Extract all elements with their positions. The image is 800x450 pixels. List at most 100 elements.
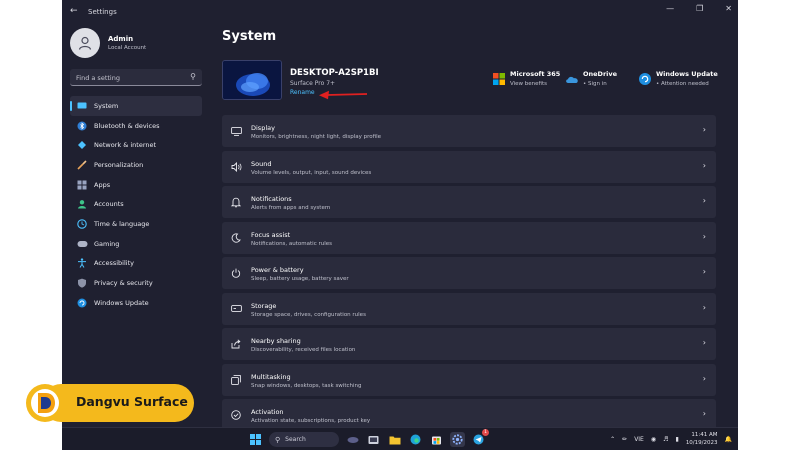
language-indicator[interactable]: VIE xyxy=(634,436,644,443)
chevron-up-icon[interactable]: ⌃ xyxy=(610,436,615,443)
sidebar-item-windows-update[interactable]: Windows Update xyxy=(70,293,202,313)
start-button[interactable] xyxy=(248,432,263,447)
sidebar-item-label: Network & internet xyxy=(94,141,157,150)
brush-icon xyxy=(76,159,88,171)
device-wallpaper-thumbnail xyxy=(222,60,282,100)
taskbar-search-box[interactable]: ⚲ Search xyxy=(269,432,339,447)
sidebar-item-gaming[interactable]: Gaming xyxy=(70,234,202,254)
notification-bell-icon[interactable]: 🔔 xyxy=(725,436,732,443)
sidebar-item-label: Privacy & security xyxy=(94,279,153,288)
taskbar: ⚲ Search 1 ⌃ ✏ VIE ◉ ♬ ▮ 11:41 AM 10/19/… xyxy=(62,427,738,450)
search-icon[interactable]: ⚲ xyxy=(190,72,196,81)
card-title: Nearby sharing xyxy=(251,337,301,345)
notification-badge: 1 xyxy=(482,429,489,436)
microsoft-store-icon[interactable] xyxy=(429,432,444,447)
volume-icon[interactable]: ♬ xyxy=(663,436,668,443)
file-explorer-icon[interactable] xyxy=(387,432,402,447)
card-display[interactable]: Display Monitors, brightness, night ligh… xyxy=(222,115,716,147)
clock-date: 10/19/2023 xyxy=(685,439,718,446)
card-sound[interactable]: Sound Volume levels, output, input, soun… xyxy=(222,150,716,183)
task-view-icon[interactable] xyxy=(366,432,381,447)
sidebar-item-privacy-security[interactable]: Privacy & security xyxy=(70,273,202,293)
sidebar-item-label: Windows Update xyxy=(94,298,149,307)
settings-cards: Display Monitors, brightness, night ligh… xyxy=(222,115,716,435)
system-tray: ⌃ ✏ VIE ◉ ♬ ▮ 11:41 AM 10/19/2023 🔔 xyxy=(610,432,732,447)
chevron-right-icon: › xyxy=(702,338,706,347)
card-multitasking[interactable]: Multitasking Snap windows, desktops, tas… xyxy=(222,363,716,396)
card-focus-assist[interactable]: Focus assist Notifications, automatic ru… xyxy=(222,221,716,254)
settings-app-icon[interactable] xyxy=(450,432,465,447)
card-nearby-sharing[interactable]: Nearby sharing Discoverability, received… xyxy=(222,328,716,360)
activation-icon xyxy=(230,409,242,421)
settings-search[interactable]: ⚲ xyxy=(70,69,202,86)
network-icon xyxy=(76,139,88,151)
avatar[interactable] xyxy=(70,28,100,58)
battery-icon[interactable]: ▮ xyxy=(676,436,679,443)
chevron-right-icon: › xyxy=(702,302,706,312)
user-name: Admin xyxy=(108,35,134,43)
chevron-right-icon: › xyxy=(702,160,706,170)
card-title: Focus assist xyxy=(251,230,291,239)
sidebar-item-label: Time & language xyxy=(94,219,150,228)
copilot-icon[interactable] xyxy=(345,432,360,447)
search-icon: ⚲ xyxy=(275,435,281,444)
card-title: Display xyxy=(251,124,275,132)
quick-link-subtitle: View benefits xyxy=(510,81,548,87)
edge-browser-icon[interactable] xyxy=(408,432,423,447)
display-icon xyxy=(230,125,242,137)
minimize-icon[interactable]: — xyxy=(666,4,674,13)
card-notifications[interactable]: Notifications Alerts from apps and syste… xyxy=(222,186,716,218)
pen-icon[interactable]: ✏ xyxy=(622,436,627,443)
quick-link-subtitle: • Attention needed xyxy=(656,81,709,87)
sidebar-item-time-language[interactable]: Time & language xyxy=(70,214,202,234)
bell-icon xyxy=(230,196,242,208)
moon-icon xyxy=(230,232,242,244)
clock[interactable]: 11:41 AM 10/19/2023 xyxy=(686,432,718,447)
device-model: Surface Pro 7+ xyxy=(290,80,336,87)
maximize-icon[interactable]: ❐ xyxy=(696,4,703,13)
sidebar-item-bluetooth[interactable]: Bluetooth & devices xyxy=(70,116,202,136)
system-icon xyxy=(76,100,88,112)
search-input[interactable] xyxy=(76,72,186,83)
windows-bloom-image xyxy=(223,61,281,99)
card-storage[interactable]: Storage Storage space, drives, configura… xyxy=(222,292,716,325)
chevron-right-icon: › xyxy=(702,231,706,241)
card-subtitle: Snap windows, desktops, task switching xyxy=(251,382,362,389)
card-title: Power & battery xyxy=(251,266,304,274)
sidebar-item-apps[interactable]: Apps xyxy=(70,175,202,195)
back-arrow-icon[interactable]: ← xyxy=(70,6,78,16)
card-title: Notifications xyxy=(251,195,292,203)
wifi-icon[interactable]: ◉ xyxy=(651,436,656,443)
card-subtitle: Sleep, battery usage, battery saver xyxy=(251,276,349,282)
telegram-icon[interactable]: 1 xyxy=(471,429,489,447)
app-title: Settings xyxy=(88,8,117,16)
dangvu-logo-icon xyxy=(26,384,64,422)
quick-link-subtitle: • Sign in xyxy=(583,81,607,87)
bluetooth-icon xyxy=(76,120,88,132)
sidebar-item-network[interactable]: Network & internet xyxy=(70,135,202,155)
sidebar-item-system[interactable]: System xyxy=(70,96,202,116)
card-subtitle: Monitors, brightness, night light, displ… xyxy=(251,134,382,140)
card-power-battery[interactable]: Power & battery Sleep, battery usage, ba… xyxy=(222,257,716,289)
gamepad-icon xyxy=(76,238,88,250)
card-subtitle: Alerts from apps and system xyxy=(251,205,331,211)
shield-icon xyxy=(76,277,88,289)
onedrive-icon xyxy=(566,76,578,83)
sidebar-item-accounts[interactable]: Accounts xyxy=(70,194,202,214)
card-subtitle: Activation state, subscriptions, product… xyxy=(251,418,371,424)
quick-link-microsoft-365[interactable]: Microsoft 365 View benefits xyxy=(492,70,560,87)
sidebar-item-personalization[interactable]: Personalization xyxy=(70,155,202,175)
storage-icon xyxy=(230,303,242,315)
quick-link-windows-update[interactable]: Windows Update • Attention needed xyxy=(638,70,718,87)
card-title: Sound xyxy=(251,159,272,168)
accounts-icon xyxy=(76,198,88,210)
quick-link-title: Microsoft 365 xyxy=(510,70,561,78)
card-subtitle: Volume levels, output, input, sound devi… xyxy=(251,169,372,176)
multitasking-icon xyxy=(230,374,242,386)
sidebar-item-label: Gaming xyxy=(94,239,120,248)
rename-link[interactable]: Rename xyxy=(290,89,315,96)
sidebar-item-label: Bluetooth & devices xyxy=(94,121,160,130)
quick-link-onedrive[interactable]: OneDrive • Sign in xyxy=(565,70,617,87)
close-icon[interactable]: ✕ xyxy=(725,4,732,13)
sidebar-item-accessibility[interactable]: Accessibility xyxy=(70,254,202,274)
